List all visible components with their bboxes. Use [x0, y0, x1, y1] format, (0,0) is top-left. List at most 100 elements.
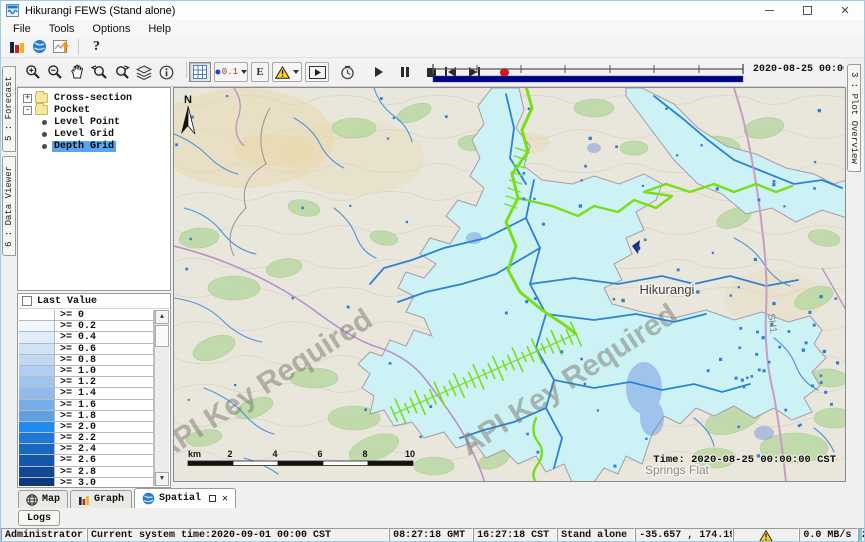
status-mode: Stand alone	[557, 528, 635, 542]
menu-tools[interactable]: Tools	[40, 22, 84, 36]
legend-scrollbar[interactable]: ▲ ▼	[154, 310, 169, 486]
last-value-label: Last Value	[37, 296, 97, 307]
legend-swatch	[19, 422, 55, 432]
legend-swatch	[19, 467, 55, 477]
animation-settings-icon[interactable]	[337, 62, 357, 82]
svg-text:8: 8	[362, 449, 367, 459]
pause-button[interactable]	[395, 62, 415, 82]
legend-row[interactable]: >= 2.4	[19, 444, 153, 455]
chevron-down-icon	[293, 70, 299, 74]
legend-row[interactable]: >= 0.2	[19, 321, 153, 332]
application-window: Hikurangi FEWS (Stand alone) ✕ File Tool…	[0, 0, 865, 542]
maximize-button[interactable]	[788, 1, 826, 20]
legend-classes-table: >= 0>= 0.2>= 0.4>= 0.6>= 0.8>= 1.0>= 1.2…	[19, 310, 154, 486]
legend-row[interactable]: >= 3.0	[19, 478, 153, 486]
info-icon[interactable]	[156, 62, 176, 82]
globe-explorer-icon[interactable]	[28, 38, 50, 56]
tree-item-depth-grid[interactable]: Depth Grid	[18, 140, 170, 152]
tab-logs[interactable]: Logs	[18, 510, 60, 526]
legend-class-label: >= 1.0	[55, 366, 153, 376]
legend-class-label: >= 2.6	[55, 455, 153, 465]
tree-item-level-point[interactable]: Level Point	[18, 116, 170, 128]
close-button[interactable]: ✕	[826, 1, 864, 20]
legend-row[interactable]: >= 2.0	[19, 422, 153, 433]
scroll-down-icon[interactable]: ▼	[155, 472, 169, 486]
legend-class-label: >= 1.8	[55, 411, 153, 421]
zoom-in-icon[interactable]	[23, 62, 43, 82]
tree-item-pocket[interactable]: - Pocket	[18, 104, 170, 116]
warning-icon	[275, 66, 290, 79]
status-warning[interactable]	[733, 528, 799, 542]
legend-row[interactable]: >= 2.2	[19, 433, 153, 444]
minimize-button[interactable]	[750, 1, 788, 20]
tab-forecast[interactable]: 5 : Forecast	[2, 66, 16, 152]
legend-swatch	[19, 455, 55, 465]
tab-data-viewer[interactable]: 6 : Data Viewer	[2, 156, 16, 256]
legend-row[interactable]: >= 0.4	[19, 332, 153, 343]
panel-close-icon[interactable]: ✕	[222, 493, 228, 505]
warning-threshold-dropdown[interactable]	[272, 62, 302, 82]
legend-swatch	[19, 433, 55, 443]
node-bullet-icon	[42, 120, 47, 125]
zoom-previous-icon[interactable]	[89, 62, 110, 82]
legend-row[interactable]: >= 1.4	[19, 388, 153, 399]
title-bar: Hikurangi FEWS (Stand alone) ✕	[1, 1, 864, 20]
legend-row[interactable]: >= 1.6	[19, 400, 153, 411]
menu-options[interactable]: Options	[83, 22, 139, 36]
svg-text:10: 10	[405, 449, 415, 459]
legend-row[interactable]: >= 1.8	[19, 411, 153, 422]
tab-graph[interactable]: Graph	[70, 490, 132, 508]
time-slider[interactable]	[429, 61, 747, 84]
layers-icon[interactable]	[134, 62, 154, 82]
svg-text:km: km	[188, 449, 201, 459]
legend-class-label: >= 0.8	[55, 355, 153, 365]
legend-row[interactable]: >= 2.8	[19, 467, 153, 478]
help-button[interactable]: ?	[85, 39, 108, 55]
legend-toggle-button[interactable]: E	[251, 62, 269, 82]
status-coordinates: -35.657 , 174.199	[635, 528, 733, 542]
database-icon[interactable]	[6, 38, 28, 56]
menu-help[interactable]: Help	[139, 22, 180, 36]
legend-row[interactable]: >= 0.8	[19, 355, 153, 366]
animation-player-button[interactable]	[305, 62, 329, 82]
legend-row[interactable]: >= 1.2	[19, 377, 153, 388]
tab-plot-overview[interactable]: 3 : Plot Overview	[847, 64, 861, 172]
node-bullet-icon	[42, 144, 47, 149]
tree-item-level-grid[interactable]: Level Grid	[18, 128, 170, 140]
contour-interval-dropdown[interactable]: 0.1	[214, 62, 248, 82]
panel-maximize-icon[interactable]	[209, 495, 216, 502]
legend-swatch	[19, 411, 55, 421]
status-memory: 2.5 GB	[858, 528, 865, 542]
dot-icon	[215, 69, 221, 75]
expander-icon[interactable]: +	[23, 94, 32, 103]
main-toolbar: ?	[1, 37, 864, 58]
last-value-checkbox[interactable]	[22, 296, 32, 306]
scroll-up-icon[interactable]: ▲	[155, 310, 169, 324]
tab-spatial[interactable]: Spatial ✕	[134, 488, 236, 508]
tab-map[interactable]: Map	[18, 490, 68, 508]
scroll-thumb[interactable]	[155, 325, 169, 347]
svg-text:2: 2	[227, 449, 232, 459]
legend-row[interactable]: >= 0	[19, 310, 153, 321]
expander-icon[interactable]: -	[23, 106, 32, 115]
legend-panel: Last Value >= 0>= 0.2>= 0.4>= 0.6>= 0.8>…	[17, 293, 171, 488]
zoom-out-icon[interactable]	[45, 62, 65, 82]
menu-file[interactable]: File	[4, 22, 40, 36]
map-toolbar: 0.1 E	[17, 58, 846, 87]
status-bar: Administrator Current system time:2020-0…	[1, 528, 865, 542]
zoom-next-icon[interactable]	[111, 62, 132, 82]
left-tab-strip: 5 : Forecast 6 : Data Viewer	[1, 58, 17, 488]
map-canvas[interactable]: Hikurangi Springs Flat SH1 API Key Requi…	[173, 87, 846, 482]
folder-icon	[35, 105, 48, 115]
legend-swatch	[19, 478, 55, 486]
legend-row[interactable]: >= 0.6	[19, 344, 153, 355]
legend-row[interactable]: >= 2.6	[19, 455, 153, 466]
legend-row[interactable]: >= 1.0	[19, 366, 153, 377]
legend-swatch	[19, 388, 55, 398]
pan-hand-icon[interactable]	[67, 62, 87, 82]
legend-class-label: >= 0.6	[55, 344, 153, 354]
play-button[interactable]	[369, 62, 389, 82]
grid-display-button[interactable]	[189, 62, 211, 82]
timeseries-chart-icon[interactable]	[50, 38, 72, 56]
legend-swatch	[19, 344, 55, 354]
